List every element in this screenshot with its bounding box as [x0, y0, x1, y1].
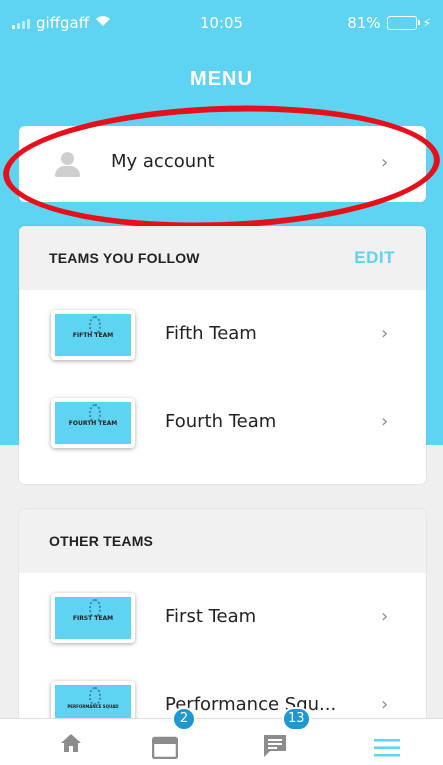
thumb-label: FIFTH TEAM: [72, 331, 114, 339]
thumb-label: FIRST TEAM: [72, 614, 114, 622]
home-icon: [61, 734, 81, 752]
bolt-icon: ⚡: [422, 16, 431, 30]
section-title: OTHER TEAMS: [49, 533, 154, 549]
tab-menu[interactable]: [370, 719, 430, 765]
page-title: MENU: [190, 68, 253, 90]
section-header: TEAMS YOU FOLLOW EDIT: [19, 226, 426, 290]
tab-messages[interactable]: 13: [258, 707, 318, 765]
chevron-right-icon: ›: [381, 694, 389, 715]
tab-bar: 2 13: [0, 707, 443, 765]
chevron-right-icon: ›: [381, 411, 389, 432]
team-name: First Team: [165, 606, 257, 627]
battery-percent: 81%: [347, 14, 381, 32]
section-header: OTHER TEAMS: [19, 509, 426, 573]
battery-icon: [386, 16, 420, 30]
my-account-label: My account: [111, 151, 215, 172]
team-thumbnail: FOURTH TEAM: [51, 398, 135, 448]
battery-info: 81% ⚡: [347, 14, 431, 32]
thumb-label: FOURTH TEAM: [68, 419, 118, 427]
messages-badge: 13: [282, 707, 311, 731]
team-thumbnail: FIRST TEAM: [51, 593, 135, 643]
hamburger-icon: [374, 739, 400, 757]
other-teams-section: OTHER TEAMS FIRST TEAM First Team › PERF…: [19, 509, 426, 729]
team-name: Fourth Team: [165, 411, 277, 432]
team-name: Fifth Team: [165, 323, 257, 344]
tab-home[interactable]: [56, 719, 116, 765]
tab-calendar[interactable]: 2: [148, 707, 208, 765]
edit-button[interactable]: EDIT: [354, 248, 395, 268]
status-bar: giffgaff 10:05 81% ⚡: [0, 0, 443, 48]
chevron-right-icon: ›: [381, 152, 389, 173]
team-row-fourth-team[interactable]: FOURTH TEAM Fourth Team ›: [19, 378, 426, 466]
calendar-icon: [152, 736, 178, 759]
section-title: TEAMS YOU FOLLOW: [49, 250, 200, 266]
chat-icon: [264, 735, 286, 757]
person-icon: [53, 152, 81, 178]
chevron-right-icon: ›: [381, 323, 389, 344]
team-row-first-team[interactable]: FIRST TEAM First Team ›: [19, 573, 426, 661]
teams-you-follow-section: TEAMS YOU FOLLOW EDIT FIFTH TEAM Fifth T…: [19, 226, 426, 484]
thumb-label: PERFORMANCE SQUAD: [67, 703, 119, 709]
chevron-right-icon: ›: [381, 606, 389, 627]
calendar-badge: 2: [172, 707, 196, 731]
my-account-item[interactable]: My account ›: [19, 126, 426, 202]
team-row-fifth-team[interactable]: FIFTH TEAM Fifth Team ›: [19, 290, 426, 378]
team-thumbnail: FIFTH TEAM: [51, 310, 135, 360]
